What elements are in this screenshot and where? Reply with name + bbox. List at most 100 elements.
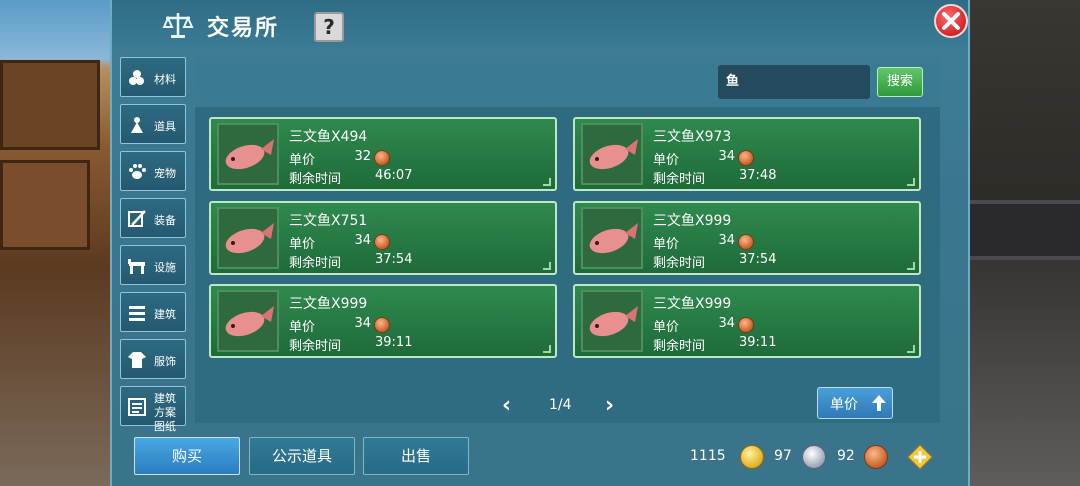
item-thumbnail: [581, 207, 643, 269]
help-button[interactable]: ?: [314, 12, 344, 42]
time-label: 剩余时间: [289, 172, 342, 187]
fish-icon: [589, 306, 638, 337]
remaining-time: 37:54: [739, 252, 777, 267]
close-icon: [942, 12, 960, 30]
fish-icon: [225, 306, 274, 337]
silver-coin-icon: [802, 445, 826, 469]
remaining-time: 39:11: [375, 335, 413, 350]
item-thumbnail: [217, 123, 279, 185]
corner-marker: [907, 345, 915, 353]
remaining-time: 46:07: [375, 168, 413, 183]
item-name: 三文鱼X999: [289, 296, 368, 312]
background-scenery-left: [0, 0, 112, 486]
price-label: 单价: [653, 153, 680, 168]
time-label: 剩余时间: [653, 172, 706, 187]
silver-amount: 97: [774, 448, 792, 464]
category-label: 建筑方案图纸: [154, 392, 176, 433]
search-input[interactable]: 鱼: [718, 65, 870, 99]
category-pets[interactable]: 宠物: [120, 151, 186, 191]
prev-page-button[interactable]: ‹: [502, 395, 520, 417]
next-page-button[interactable]: ›: [605, 395, 623, 417]
remaining-time: 37:48: [739, 168, 777, 183]
price-label: 单价: [653, 237, 680, 252]
item-name: 三文鱼X973: [653, 129, 732, 145]
sort-arrow-icon: [872, 395, 886, 411]
exchange-panel: 交易所 ? 材料 道具 宠物 装备 设施 建筑 服饰 建筑方案图纸 鱼 搜索 三…: [110, 0, 970, 486]
item-name: 三文鱼X999: [653, 213, 732, 229]
gold-coin-icon: [740, 445, 764, 469]
corner-marker: [543, 262, 551, 270]
item-thumbnail: [581, 123, 643, 185]
price-label: 单价: [289, 153, 316, 168]
paw-icon: [129, 164, 146, 179]
close-button[interactable]: [934, 4, 968, 38]
equipment-icon: [128, 210, 146, 227]
listing-card[interactable]: 三文鱼X751 单价 34 剩余时间 37:54: [209, 201, 557, 275]
title-bar: 交易所 ?: [112, 0, 968, 50]
wooden-crate: [0, 60, 100, 150]
page-indicator: 1/4: [549, 397, 572, 413]
remaining-time: 39:11: [739, 335, 777, 350]
scale-icon: [162, 13, 194, 38]
listing-card[interactable]: 三文鱼X973 单价 34 剩余时间 37:48: [573, 117, 921, 191]
category-label: 建筑: [154, 308, 176, 321]
copper-coin-icon: [374, 234, 390, 250]
item-thumbnail: [217, 290, 279, 352]
listing-card[interactable]: 三文鱼X999 单价 34 剩余时间 39:11: [573, 284, 921, 358]
category-label: 材料: [154, 73, 176, 86]
item-thumbnail: [217, 207, 279, 269]
item-price: 34: [718, 316, 735, 331]
copper-coin-icon: [738, 234, 754, 250]
time-label: 剩余时间: [289, 339, 342, 354]
sort-label: 单价: [830, 397, 858, 413]
item-price: 34: [718, 149, 735, 164]
category-props[interactable]: 道具: [120, 104, 186, 144]
materials-icon: [129, 70, 144, 85]
category-label: 装备: [154, 214, 176, 227]
category-building[interactable]: 建筑: [120, 292, 186, 332]
category-equipment[interactable]: 装备: [120, 198, 186, 238]
time-label: 剩余时间: [653, 339, 706, 354]
category-label: 宠物: [154, 167, 176, 180]
search-button[interactable]: 搜索: [877, 67, 923, 97]
fish-icon: [225, 223, 274, 254]
item-price: 34: [354, 316, 371, 331]
copper-coin-icon: [374, 317, 390, 333]
listing-card[interactable]: 三文鱼X494 单价 32 剩余时间 46:07: [209, 117, 557, 191]
sell-tab[interactable]: 出售: [363, 437, 469, 475]
public-items-tab[interactable]: 公示道具: [249, 437, 355, 475]
fish-icon: [589, 139, 638, 170]
clothing-icon: [128, 352, 146, 368]
time-label: 剩余时间: [653, 256, 706, 271]
category-facility[interactable]: 设施: [120, 245, 186, 285]
listing-card[interactable]: 三文鱼X999 单价 34 剩余时间 39:11: [209, 284, 557, 358]
category-blueprint[interactable]: 建筑方案图纸: [120, 386, 186, 433]
category-label: 服饰: [154, 355, 176, 368]
blueprint-icon: [128, 398, 146, 416]
buy-tab[interactable]: 购买: [134, 437, 240, 475]
corner-marker: [543, 178, 551, 186]
corner-marker: [907, 262, 915, 270]
copper-coin-icon: [738, 150, 754, 166]
fish-icon: [225, 139, 274, 170]
corner-marker: [543, 345, 551, 353]
category-label: 道具: [154, 120, 176, 133]
gold-amount: 1115: [690, 448, 726, 464]
listing-area: 鱼 搜索 三文鱼X494 单价 32 剩余时间 46:07 三文鱼X973 单价…: [195, 57, 940, 423]
listing-card[interactable]: 三文鱼X999 单价 34 剩余时间 37:54: [573, 201, 921, 275]
facility-icon: [128, 259, 145, 274]
price-label: 单价: [289, 237, 316, 252]
wooden-crate: [0, 160, 90, 250]
corner-marker: [907, 178, 915, 186]
remaining-time: 37:54: [375, 252, 413, 267]
building-icon: [129, 306, 145, 321]
page-title: 交易所: [207, 16, 280, 41]
item-price: 34: [718, 233, 735, 248]
category-clothing[interactable]: 服饰: [120, 339, 186, 379]
sort-by-price-button[interactable]: 单价: [817, 387, 893, 419]
add-currency-icon[interactable]: [907, 444, 933, 470]
stone-wall: [968, 200, 1080, 260]
copper-coin-icon: [374, 150, 390, 166]
price-label: 单价: [289, 320, 316, 335]
category-materials[interactable]: 材料: [120, 57, 186, 97]
